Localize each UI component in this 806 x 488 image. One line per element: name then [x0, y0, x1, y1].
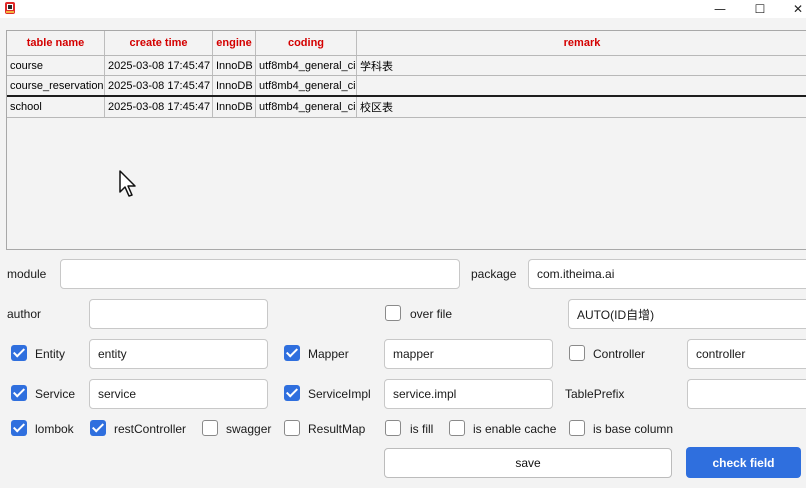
cell-create-time: 2025-03-08 17:45:47 — [105, 56, 213, 75]
mouse-pointer-icon — [119, 170, 136, 197]
cell-table-name: course_reservation — [7, 76, 105, 95]
cell-remark: 校区表 — [360, 102, 393, 114]
restcontroller-label: restController — [114, 422, 187, 436]
entity-input[interactable] — [89, 339, 268, 369]
header-coding[interactable]: coding — [256, 31, 357, 55]
lombok-label: lombok — [35, 422, 74, 436]
cell-create-time: 2025-03-08 17:45:47 — [105, 97, 213, 117]
tableprefix-label: TablePrefix — [565, 387, 625, 401]
package-label: package — [471, 267, 517, 281]
lombok-checkbox[interactable] — [11, 420, 27, 436]
generator-window: — ☐ ✕ table name create time engine codi… — [0, 0, 806, 488]
serviceimpl-checkbox[interactable] — [284, 385, 300, 401]
controller-input[interactable] — [687, 339, 806, 369]
base-column-checkbox[interactable] — [569, 420, 585, 436]
entity-checkbox[interactable] — [11, 345, 27, 361]
header-table-name[interactable]: table name — [7, 31, 105, 55]
header-create-time[interactable]: create time — [105, 31, 213, 55]
service-input[interactable] — [89, 379, 268, 409]
over-file-checkbox[interactable] — [385, 305, 401, 321]
resultmap-checkbox[interactable] — [284, 420, 300, 436]
resultmap-label: ResultMap — [308, 422, 366, 436]
cell-table-name: school — [7, 97, 105, 117]
cell-create-time: 2025-03-08 17:45:47 — [105, 76, 213, 95]
cell-coding: utf8mb4_general_ci — [256, 97, 357, 117]
table-header-row: table name create time engine coding rem… — [7, 31, 806, 55]
mapper-input[interactable] — [384, 339, 553, 369]
controller-label: Controller — [593, 347, 646, 361]
mapper-checkbox[interactable] — [284, 345, 300, 361]
over-file-label: over file — [410, 307, 453, 321]
cell-coding: utf8mb4_general_ci — [256, 76, 357, 95]
cell-engine: InnoDB — [213, 76, 256, 95]
service-checkbox[interactable] — [11, 385, 27, 401]
entity-label: Entity — [35, 347, 66, 361]
cell-remark: 学科表 — [360, 60, 393, 73]
table-row[interactable]: course_reservation 2025-03-08 17:45:47 I… — [7, 76, 806, 97]
author-input[interactable] — [89, 299, 268, 329]
cell-engine: InnoDB — [213, 97, 256, 117]
swagger-checkbox[interactable] — [202, 420, 218, 436]
cell-coding: utf8mb4_general_ci — [256, 56, 357, 75]
maximize-button[interactable]: ☐ — [740, 0, 780, 18]
close-button[interactable]: ✕ — [778, 0, 806, 18]
is-fill-label: is fill — [410, 422, 434, 436]
tables-table[interactable]: table name create time engine coding rem… — [6, 30, 806, 250]
restcontroller-checkbox[interactable] — [90, 420, 106, 436]
author-label: author — [7, 307, 42, 321]
tableprefix-input[interactable] — [687, 379, 806, 409]
save-button[interactable]: save — [384, 448, 672, 478]
table-row[interactable]: school 2025-03-08 17:45:47 InnoDB utf8mb… — [7, 97, 806, 118]
title-bar: — ☐ ✕ — [0, 0, 806, 18]
is-fill-checkbox[interactable] — [385, 420, 401, 436]
header-remark[interactable]: remark — [357, 31, 806, 55]
swagger-label: swagger — [226, 422, 272, 436]
cell-remark — [357, 76, 806, 95]
cell-engine: InnoDB — [213, 56, 256, 75]
module-input[interactable] — [60, 259, 460, 289]
serviceimpl-input[interactable] — [384, 379, 553, 409]
module-label: module — [7, 267, 47, 281]
service-label: Service — [35, 387, 76, 401]
mapper-label: Mapper — [308, 347, 349, 361]
enable-cache-label: is enable cache — [473, 422, 557, 436]
controller-checkbox[interactable] — [569, 345, 585, 361]
package-input[interactable] — [528, 259, 806, 289]
minimize-button[interactable]: — — [700, 0, 740, 18]
base-column-label: is base column — [593, 422, 674, 436]
id-type-field[interactable] — [568, 299, 806, 329]
serviceimpl-label: ServiceImpl — [308, 387, 371, 401]
check-field-button[interactable]: check field — [686, 447, 801, 478]
cell-table-name: course — [7, 56, 105, 75]
header-engine[interactable]: engine — [213, 31, 256, 55]
app-logo-icon — [5, 2, 15, 14]
enable-cache-checkbox[interactable] — [449, 420, 465, 436]
table-row[interactable]: course 2025-03-08 17:45:47 InnoDB utf8mb… — [7, 55, 806, 76]
